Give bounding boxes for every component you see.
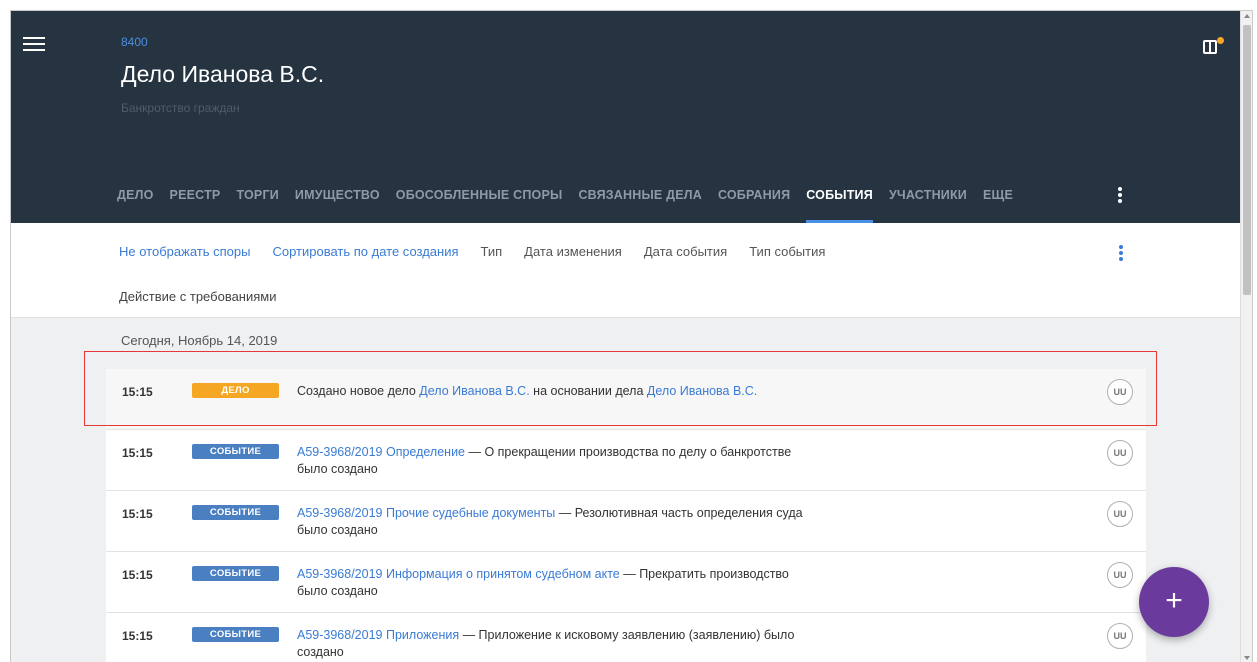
case-link[interactable]: Дело Иванова В.С. [419, 384, 529, 398]
event-row[interactable]: 15:15 ДЕЛО Создано новое дело Дело Ивано… [106, 369, 1146, 430]
event-time: 15:15 [122, 568, 153, 582]
tab-bar: ДЕЛО РЕЕСТР ТОРГИ ИМУЩЕСТВО ОБОСОБЛЕННЫЕ… [109, 185, 1021, 223]
notification-dot [1217, 37, 1224, 44]
tab-case[interactable]: ДЕЛО [109, 185, 162, 223]
parent-case-link[interactable]: Дело Иванова В.С. [647, 384, 757, 398]
filter-type[interactable]: Тип [481, 244, 503, 259]
event-time: 15:15 [122, 446, 153, 460]
avatar[interactable]: UU [1107, 501, 1133, 527]
filter-event-date[interactable]: Дата события [644, 244, 727, 259]
filter-claims-action[interactable]: Действие с требованиями [119, 289, 277, 304]
event-type-badge: СОБЫТИЕ [192, 505, 279, 520]
event-time: 15:15 [122, 507, 153, 521]
side-panel-icon[interactable] [1203, 37, 1224, 55]
tab-registry[interactable]: РЕЕСТР [162, 185, 229, 223]
event-description: А59-3968/2019 Информация о принятом суде… [297, 567, 789, 598]
event-type-badge: СОБЫТИЕ [192, 566, 279, 581]
hamburger-icon[interactable] [23, 37, 45, 55]
events-list: 15:15 ДЕЛО Создано новое дело Дело Ивано… [106, 369, 1146, 662]
tab-auctions[interactable]: ТОРГИ [228, 185, 286, 223]
event-description: Создано новое дело Дело Иванова В.С. на … [297, 384, 758, 398]
tab-participants[interactable]: УЧАСТНИКИ [881, 185, 975, 223]
document-link[interactable]: А59-3968/2019 Прочие судебные документы [297, 506, 555, 520]
tab-events[interactable]: СОБЫТИЯ [798, 185, 881, 223]
filter-event-type[interactable]: Тип события [749, 244, 825, 259]
document-link[interactable]: А59-3968/2019 Определение [297, 445, 465, 459]
tab-more[interactable]: ЕЩЕ [975, 185, 1021, 223]
event-description: А59-3968/2019 Приложения — Приложение к … [297, 628, 795, 659]
avatar[interactable]: UU [1107, 562, 1133, 588]
add-fab-button[interactable]: + [1139, 567, 1209, 637]
case-header: 8400 Дело Иванова В.С. Банкротство гражд… [11, 11, 1241, 223]
page-title: Дело Иванова В.С. [121, 61, 325, 87]
event-time: 15:15 [122, 385, 153, 399]
date-group-header: Сегодня, Ноябрь 14, 2019 [121, 333, 278, 348]
filter-bar: Не отображать споры Сортировать по дате … [11, 223, 1241, 318]
event-description: А59-3968/2019 Определение — О прекращени… [297, 445, 792, 476]
event-type-badge: СОБЫТИЕ [192, 444, 279, 459]
document-link[interactable]: А59-3968/2019 Информация о принятом суде… [297, 567, 620, 581]
avatar[interactable]: UU [1107, 379, 1133, 405]
event-row[interactable]: 15:15 СОБЫТИЕ А59-3968/2019 Определение … [106, 430, 1146, 491]
event-description: А59-3968/2019 Прочие судебные документы … [297, 506, 803, 537]
scroll-thumb[interactable] [1243, 25, 1251, 295]
vertical-scrollbar[interactable] [1240, 11, 1252, 662]
plus-icon: + [1165, 584, 1183, 617]
avatar[interactable]: UU [1107, 440, 1133, 466]
tab-meetings[interactable]: СОБРАНИЯ [710, 185, 798, 223]
tab-related-cases[interactable]: СВЯЗАННЫЕ ДЕЛА [570, 185, 710, 223]
event-row[interactable]: 15:15 СОБЫТИЕ А59-3968/2019 Информация о… [106, 552, 1146, 613]
scroll-up-arrow-icon[interactable] [1244, 14, 1250, 18]
case-number: 8400 [121, 35, 148, 49]
case-subtitle: Банкротство граждан [121, 101, 240, 115]
sort-by-created-link[interactable]: Сортировать по дате создания [272, 244, 458, 259]
hide-disputes-link[interactable]: Не отображать споры [119, 244, 250, 259]
scroll-down-arrow-icon[interactable] [1244, 656, 1250, 660]
tab-property[interactable]: ИМУЩЕСТВО [287, 185, 388, 223]
event-row[interactable]: 15:15 СОБЫТИЕ А59-3968/2019 Приложения —… [106, 613, 1146, 662]
filter-more-vert-icon[interactable] [1119, 245, 1125, 263]
tab-separate-disputes[interactable]: ОБОСОБЛЕННЫЕ СПОРЫ [388, 185, 571, 223]
filter-date-changed[interactable]: Дата изменения [524, 244, 622, 259]
event-row[interactable]: 15:15 СОБЫТИЕ А59-3968/2019 Прочие судеб… [106, 491, 1146, 552]
event-type-badge: ДЕЛО [192, 383, 279, 398]
event-time: 15:15 [122, 629, 153, 643]
document-link[interactable]: А59-3968/2019 Приложения [297, 628, 459, 642]
more-vert-icon[interactable] [1118, 187, 1124, 205]
avatar[interactable]: UU [1107, 623, 1133, 649]
app-window: 8400 Дело Иванова В.С. Банкротство гражд… [10, 10, 1253, 662]
event-type-badge: СОБЫТИЕ [192, 627, 279, 642]
